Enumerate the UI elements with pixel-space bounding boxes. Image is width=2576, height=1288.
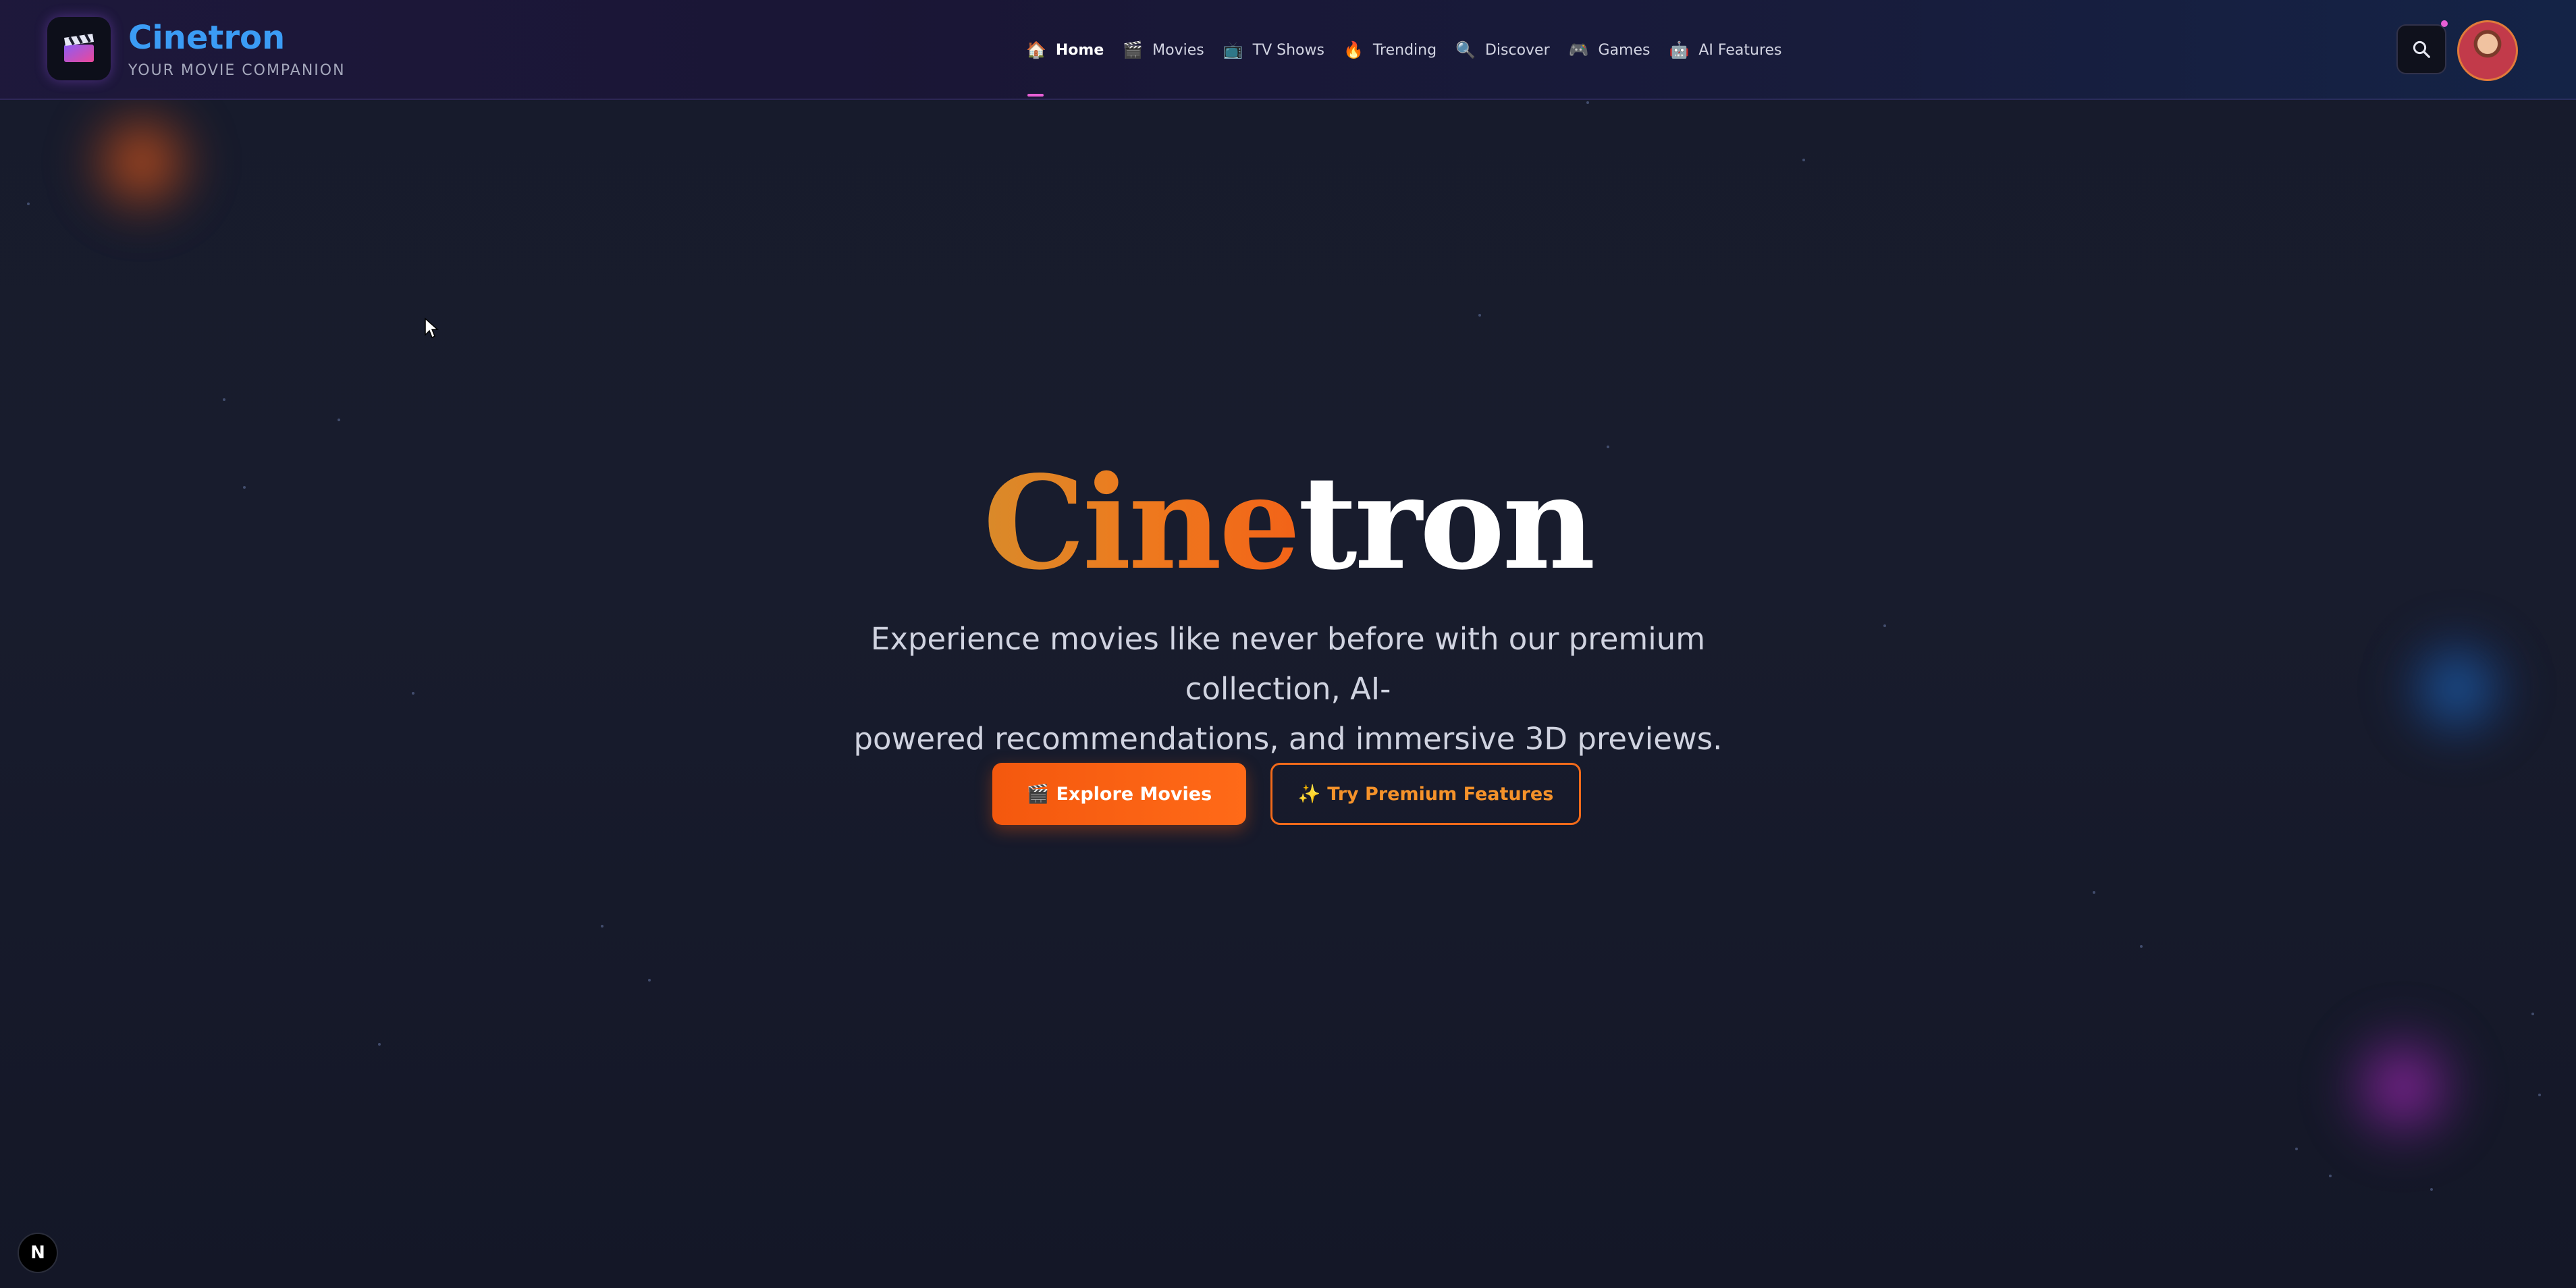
nav-item-movies[interactable]: 🎬 Movies (1123, 42, 1204, 59)
hero-title-accent: Cine (983, 448, 1300, 598)
clapperboard-icon (64, 34, 94, 62)
nav-item-tv-shows[interactable]: 📺 TV Shows (1223, 42, 1324, 59)
nav-item-label: Home (1055, 41, 1104, 59)
top-navbar: Cinetron YOUR MOVIE COMPANION 🏠 Home 🎬 M… (0, 0, 2576, 100)
clapperboard-icon: 🎬 (1123, 41, 1144, 59)
nav-item-games[interactable]: 🎮 Games (1569, 42, 1651, 59)
nav-item-label: Trending (1372, 41, 1437, 59)
sparkles-icon: ✨ (1297, 784, 1321, 805)
house-icon: 🏠 (1026, 41, 1046, 59)
try-premium-label: Try Premium Features (1327, 783, 1554, 805)
logo[interactable] (47, 17, 111, 80)
mouse-cursor-icon (425, 317, 439, 339)
clapperboard-icon: 🎬 (1026, 784, 1050, 805)
fire-icon: 🔥 (1343, 41, 1364, 59)
nav-item-ai-features[interactable]: 🤖 AI Features (1669, 42, 1781, 59)
nav-item-discover[interactable]: 🔍 Discover (1455, 42, 1550, 59)
explore-movies-button[interactable]: 🎬 Explore Movies (992, 763, 1246, 825)
hero-subtitle-line: powered recommendations, and immersive 3… (853, 721, 1723, 757)
television-icon: 📺 (1223, 41, 1243, 59)
decorative-orb-orange (74, 95, 209, 230)
magnifier-icon: 🔍 (1455, 41, 1476, 59)
hero-title-rest: tron (1297, 448, 1596, 598)
brand-title[interactable]: Cinetron (128, 19, 285, 57)
user-avatar[interactable] (2457, 20, 2518, 81)
hero-subtitle-line: Experience movies like never before with… (870, 621, 1706, 707)
nav-item-label: AI Features (1698, 41, 1782, 59)
nav-item-label: Games (1598, 41, 1651, 59)
gamepad-icon: 🎮 (1568, 41, 1589, 59)
decorative-orb-blue (2390, 621, 2525, 756)
try-premium-button[interactable]: ✨ Try Premium Features (1270, 763, 1581, 825)
search-button[interactable] (2396, 24, 2446, 74)
nav-item-trending[interactable]: 🔥 Trending (1343, 42, 1437, 59)
nav-item-label: Movies (1152, 41, 1204, 59)
hero-subtitle: Experience movies like never before with… (810, 614, 1766, 764)
hero-title: Cinetron (0, 459, 2576, 587)
search-icon (2413, 41, 2430, 58)
nav-item-label: TV Shows (1252, 41, 1324, 59)
robot-icon: 🤖 (1669, 41, 1690, 59)
explore-movies-label: Explore Movies (1056, 783, 1212, 805)
decorative-orb-purple (2329, 1013, 2477, 1161)
notification-dot (2441, 20, 2448, 27)
dev-tools-badge[interactable]: N (18, 1233, 58, 1273)
brand-subtitle: YOUR MOVIE COMPANION (128, 62, 346, 79)
nav-item-label: Discover (1484, 41, 1550, 59)
nav-item-home[interactable]: 🏠 Home (1026, 42, 1104, 59)
active-nav-indicator (1027, 94, 1044, 97)
main-nav: 🏠 Home 🎬 Movies 📺 TV Shows 🔥 Trending 🔍 … (1026, 35, 1801, 65)
